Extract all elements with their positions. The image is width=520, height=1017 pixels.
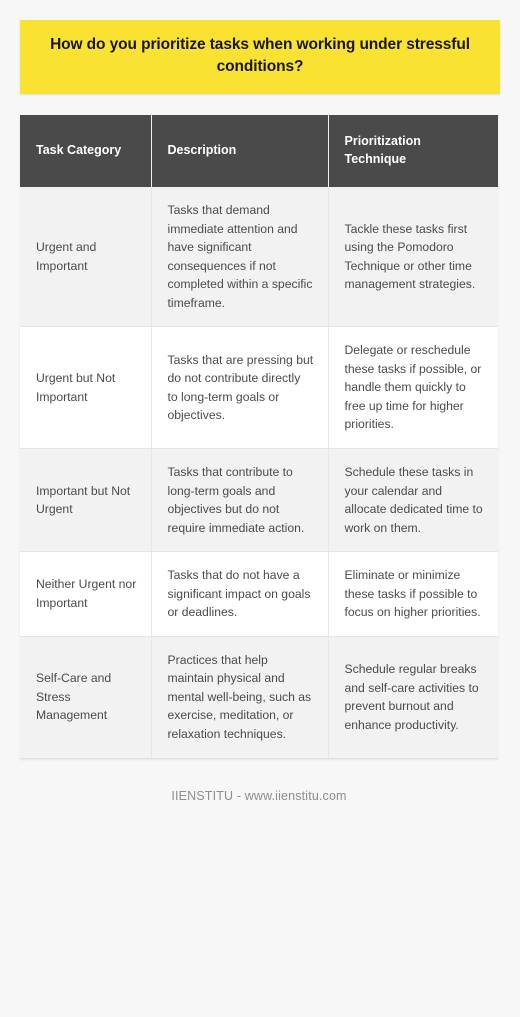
table-row: Urgent and Important Tasks that demand i… <box>20 187 498 328</box>
cell-description: Tasks that demand immediate attention an… <box>151 187 329 328</box>
table-row: Urgent but Not Important Tasks that are … <box>20 326 498 450</box>
column-header-prioritization-technique: Prioritization Technique <box>328 115 498 187</box>
column-header-task-category: Task Category <box>20 115 152 187</box>
cell-technique: Tackle these tasks first using the Pomod… <box>328 187 498 328</box>
table-row: Important but Not Urgent Tasks that cont… <box>20 448 498 553</box>
cell-technique: Schedule these tasks in your calendar an… <box>328 448 498 553</box>
table-body: Urgent and Important Tasks that demand i… <box>20 187 498 759</box>
cell-task-category: Important but Not Urgent <box>20 448 152 553</box>
cell-task-category: Self-Care and Stress Management <box>20 636 152 759</box>
cell-description: Practices that help maintain physical an… <box>151 636 329 759</box>
table-header: Task Category Description Prioritization… <box>20 115 498 187</box>
cell-description: Tasks that are pressing but do not contr… <box>151 326 329 450</box>
cell-technique: Delegate or reschedule these tasks if po… <box>328 326 498 450</box>
task-priority-table: Task Category Description Prioritization… <box>20 115 498 759</box>
cell-description: Tasks that do not have a significant imp… <box>151 551 329 637</box>
cell-task-category: Urgent but Not Important <box>20 326 152 450</box>
task-priority-table-container: Task Category Description Prioritization… <box>20 115 498 759</box>
table-row: Neither Urgent nor Important Tasks that … <box>20 551 498 637</box>
cell-technique: Schedule regular breaks and self-care ac… <box>328 636 498 759</box>
cell-task-category: Neither Urgent nor Important <box>20 551 152 637</box>
page-title: How do you prioritize tasks when working… <box>50 36 470 75</box>
table-row: Self-Care and Stress Management Practice… <box>20 636 498 759</box>
question-banner: How do you prioritize tasks when working… <box>20 20 500 94</box>
table-header-row: Task Category Description Prioritization… <box>20 115 498 187</box>
infographic-page: How do you prioritize tasks when working… <box>0 0 520 1017</box>
cell-description: Tasks that contribute to long-term goals… <box>151 448 329 553</box>
column-header-description: Description <box>151 115 329 187</box>
footer-credit: IIENSTITU - www.iienstitu.com <box>171 788 347 803</box>
cell-task-category: Urgent and Important <box>20 187 152 328</box>
cell-technique: Eliminate or minimize these tasks if pos… <box>328 551 498 637</box>
